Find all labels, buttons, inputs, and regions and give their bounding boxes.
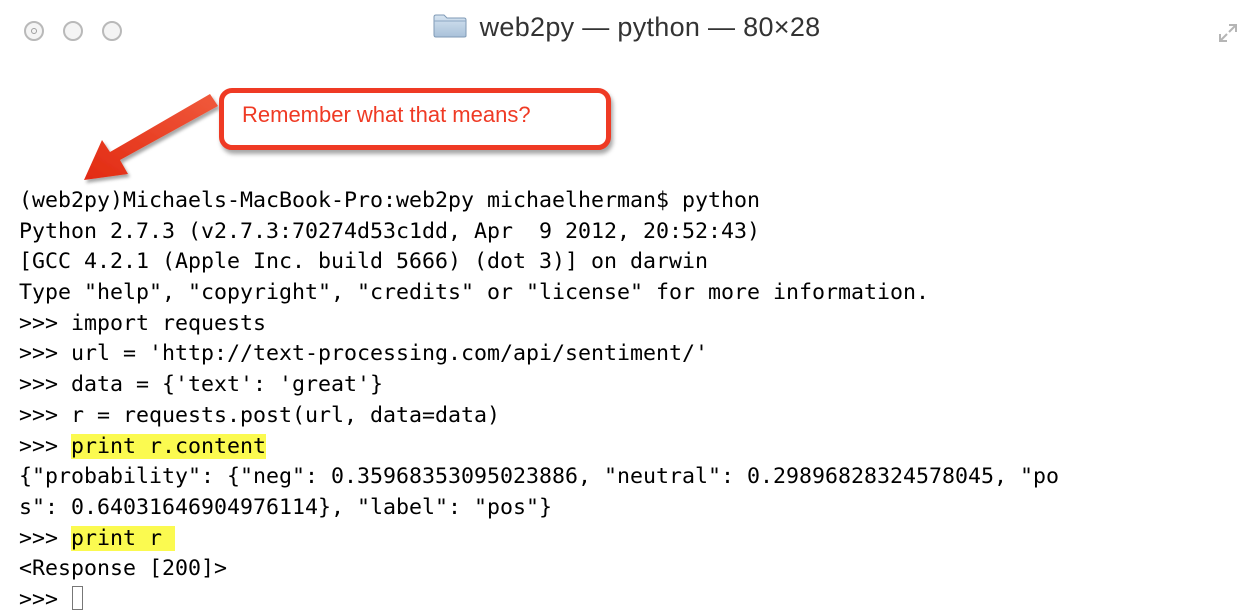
- terminal-line: (web2py)Michaels-MacBook-Pro:web2py mich…: [19, 188, 761, 213]
- terminal-line: Python 2.7.3 (v2.7.3:70274d53c1dd, Apr 9…: [19, 218, 761, 244]
- window-titlebar: web2py — python — 80×28: [0, 0, 1253, 66]
- window-title: web2py — python — 80×28: [0, 12, 1253, 52]
- terminal-output[interactable]: (web2py)Michaels-MacBook-Pro:web2py mich…: [19, 186, 1249, 613]
- terminal-line: >>> data = {'text': 'great'}: [19, 372, 384, 398]
- terminal-line: {"probability": {"neg": 0.35968353095023…: [19, 464, 1060, 490]
- terminal-line: Type "help", "copyright", "credits" or "…: [19, 280, 930, 306]
- annotation-text: Remember what that means?: [242, 102, 531, 127]
- terminal-line: [GCC 4.2.1 (Apple Inc. build 5666) (dot …: [19, 249, 709, 275]
- terminal-line: >>> print r.content: [19, 432, 1249, 463]
- window-title-text: web2py — python — 80×28: [479, 12, 821, 42]
- annotation-arrow-icon: [84, 94, 218, 180]
- terminal-line: >>> r = requests.post(url, data=data): [19, 402, 501, 428]
- terminal-line: >>> url = 'http://text-processing.com/ap…: [19, 341, 709, 367]
- terminal-line: s": 0.64031646904976114}, "label": "pos"…: [19, 494, 553, 520]
- annotation-callout: Remember what that means?: [219, 88, 611, 150]
- prompt: >>>: [19, 433, 72, 459]
- highlighted-command: print r: [71, 525, 176, 551]
- folder-icon: [433, 14, 467, 37]
- highlighted-command: print r.content: [71, 433, 267, 459]
- fullscreen-icon[interactable]: [1217, 22, 1239, 44]
- terminal-line: <Response [200]>: [19, 556, 228, 582]
- prompt: >>>: [19, 525, 72, 551]
- terminal-line: >>> print r: [19, 524, 1249, 555]
- prompt: >>>: [19, 586, 72, 612]
- text-cursor: [72, 585, 84, 610]
- terminal-input-line[interactable]: >>>: [19, 585, 1249, 613]
- terminal-line: >>> import requests: [19, 310, 267, 336]
